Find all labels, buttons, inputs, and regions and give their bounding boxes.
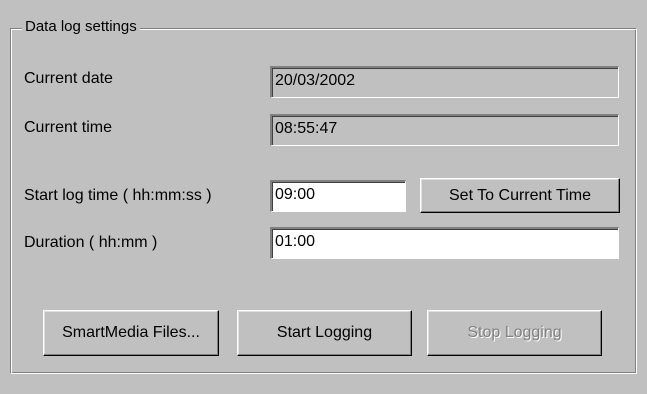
smartmedia-files-button[interactable]: SmartMedia Files... — [43, 310, 219, 356]
stop-logging-button[interactable]: Stop Logging — [427, 310, 602, 356]
data-log-settings-dialog: Data log settings Current date 20/03/200… — [0, 0, 647, 394]
start-logging-button[interactable]: Start Logging — [237, 310, 412, 356]
start-log-time-input[interactable]: 09:00 — [270, 180, 406, 212]
current-date-label: Current date — [24, 70, 113, 87]
current-time-field: 08:55:47 — [270, 114, 619, 146]
group-title: Data log settings — [22, 17, 140, 37]
set-to-current-time-button[interactable]: Set To Current Time — [420, 178, 620, 213]
duration-label: Duration ( hh:mm ) — [24, 234, 158, 251]
current-time-label: Current time — [24, 119, 113, 136]
start-log-time-label: Start log time ( hh:mm:ss ) — [24, 187, 212, 204]
current-date-field: 20/03/2002 — [270, 66, 619, 98]
duration-input[interactable]: 01:00 — [270, 227, 619, 259]
